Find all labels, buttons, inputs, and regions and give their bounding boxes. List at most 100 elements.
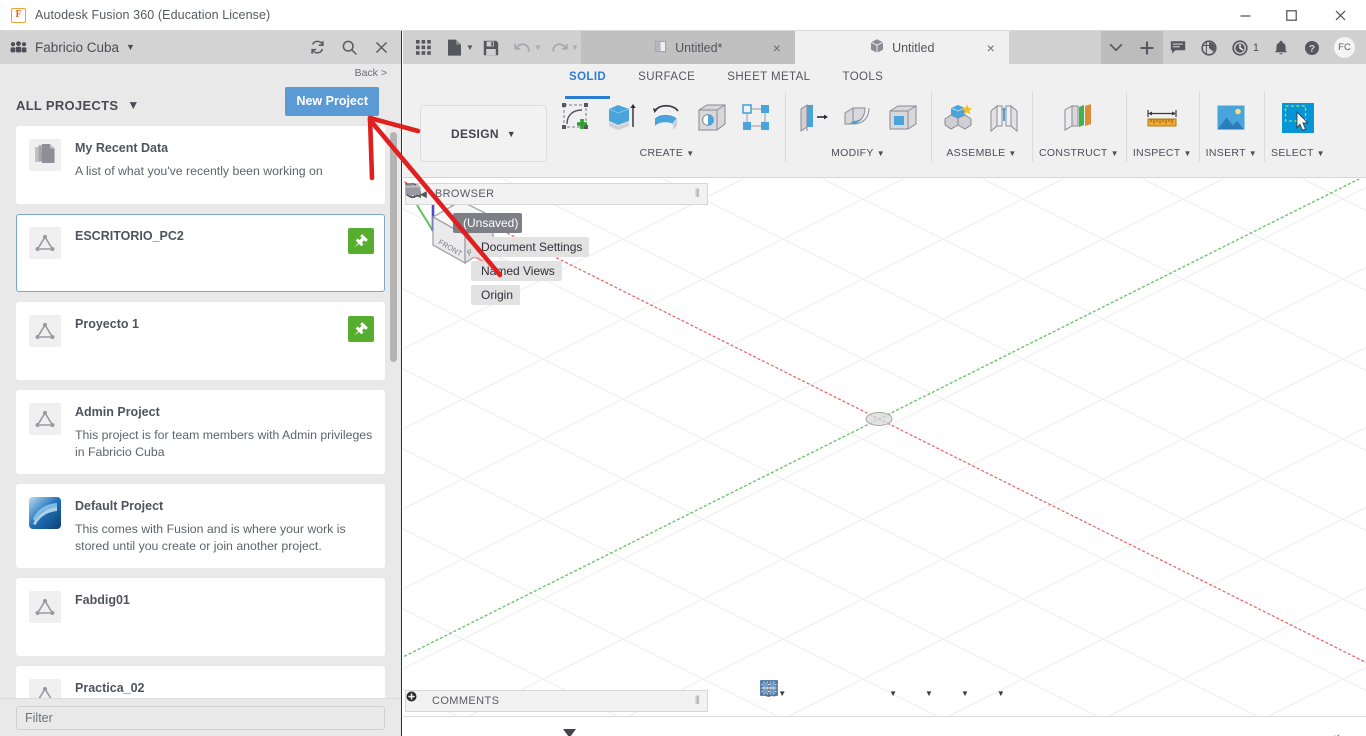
team-name[interactable]: Fabricio Cuba [35, 40, 119, 55]
new-tab-button[interactable] [1131, 31, 1163, 64]
project-card[interactable]: ESCRITORIO_PC2 [16, 214, 385, 292]
document-tab-2[interactable]: Untitled × [794, 31, 1009, 64]
timeline-begin-button[interactable] [415, 727, 441, 736]
document-tab-1[interactable]: Untitled* × [580, 31, 795, 64]
back-link[interactable]: Back > [0, 64, 401, 84]
chevron-down-icon[interactable]: ▼ [126, 43, 135, 52]
ribbon-tab-tools[interactable]: TOOLS [826, 64, 899, 88]
project-card[interactable]: Admin Project This project is for team me… [16, 390, 385, 474]
browser-header[interactable]: ◀◀ BROWSER ⦀ [405, 183, 708, 205]
ribbon-tab-surface[interactable]: SURFACE [622, 64, 711, 88]
display-settings-button[interactable]: ▼ [761, 681, 935, 705]
select-icon[interactable] [1277, 96, 1319, 140]
filter-input[interactable] [16, 705, 385, 730]
maximize-button[interactable] [1268, 0, 1314, 31]
extrude-icon[interactable] [601, 96, 643, 140]
chevron-down-icon: ▼ [778, 688, 787, 698]
pattern-icon[interactable] [736, 96, 778, 140]
timeline-end-button[interactable] [519, 727, 545, 736]
browser-tree-row[interactable]: Named Views [405, 183, 708, 283]
browser-node[interactable]: Document Settings [406, 183, 590, 257]
measure-icon[interactable] [1141, 96, 1183, 140]
viewport-canvas[interactable]: Z X TOP FRONT RIGHT ◀◀ BROWSER ⦀ [403, 179, 1366, 716]
timeline-marker-icon[interactable] [561, 727, 578, 736]
gear-icon[interactable] [1329, 733, 1348, 736]
refresh-icon[interactable] [301, 31, 333, 64]
all-projects-label[interactable]: ALL PROJECTS [16, 98, 118, 113]
look-at-button[interactable] [761, 681, 813, 705]
new-component-icon[interactable] [938, 96, 980, 140]
chevron-down-icon[interactable]: ▼ [534, 43, 542, 52]
panel-resize-handle[interactable]: ⦀ [695, 695, 703, 707]
timeline-bar [403, 716, 1366, 736]
project-list-scrollbar[interactable] [390, 126, 397, 698]
panel-resize-handle[interactable]: ⦀ [695, 188, 703, 200]
help-button[interactable]: ? [1296, 31, 1327, 64]
zoom-window-button[interactable]: ▼ [761, 681, 899, 705]
project-admin-badge[interactable] [348, 316, 374, 342]
data-status-button[interactable] [1194, 31, 1225, 64]
document-tab-label: Untitled [892, 40, 935, 55]
browser-title: BROWSER [434, 188, 495, 200]
project-card[interactable]: Fabdig01 [16, 578, 385, 656]
close-icon[interactable]: × [987, 41, 995, 55]
browser-tree-row[interactable]: (Unsaved) [405, 183, 708, 235]
scrollbar-thumb[interactable] [390, 132, 397, 362]
chevron-down-icon[interactable]: ▼ [466, 43, 474, 52]
hole-icon[interactable] [691, 96, 733, 140]
project-card[interactable]: Default Project This comes with Fusion an… [16, 484, 385, 568]
close-icon[interactable] [365, 31, 397, 64]
project-card[interactable]: Practica_02 [16, 666, 385, 698]
new-project-button[interactable]: New Project [285, 87, 379, 116]
browser-tree-row[interactable]: Document Settings [405, 183, 708, 259]
app-grid-button[interactable] [408, 31, 439, 64]
ribbon-group-label[interactable]: CREATE ▼ [640, 144, 695, 159]
browser-node[interactable]: Named Views [405, 184, 562, 281]
ribbon-group-label[interactable]: CONSTRUCT ▼ [1039, 144, 1119, 159]
zoom-button[interactable] [761, 680, 863, 705]
browser-node[interactable]: (Unsaved) [406, 183, 523, 233]
timeline-step-back-button[interactable] [441, 727, 467, 736]
ribbon-group-label[interactable]: ASSEMBLE ▼ [946, 144, 1016, 159]
tab-overflow-button[interactable] [1100, 31, 1132, 64]
press-pull-icon[interactable] [792, 96, 834, 140]
ribbon-group-label[interactable]: SELECT ▼ [1271, 144, 1325, 159]
viewports-button[interactable]: ▼ [760, 680, 1007, 705]
browser-tree-row[interactable]: Origin [405, 183, 708, 307]
ribbon-tab-sheet-metal[interactable]: SHEET METAL [711, 64, 826, 88]
joint-icon[interactable] [983, 96, 1025, 140]
offset-plane-icon[interactable] [1058, 96, 1100, 140]
save-button[interactable] [476, 31, 507, 64]
search-icon[interactable] [333, 31, 365, 64]
insert-image-icon[interactable] [1210, 96, 1252, 140]
project-list[interactable]: My Recent Data A list of what you've rece… [0, 126, 401, 698]
project-admin-badge[interactable] [348, 228, 374, 254]
revolve-icon[interactable] [646, 96, 688, 140]
project-card[interactable]: Proyecto 1 [16, 302, 385, 380]
grid-snaps-button[interactable]: ▼ [761, 681, 971, 705]
fillet-icon[interactable] [837, 96, 879, 140]
close-icon[interactable]: × [773, 41, 781, 55]
browser-tree[interactable]: (Unsaved) Document Settings Named Views Ori… [405, 183, 708, 307]
ribbon-group-label[interactable]: MODIFY ▼ [831, 144, 885, 159]
ribbon-group-label[interactable]: INSERT ▼ [1206, 144, 1257, 159]
ribbon-tab-solid[interactable]: SOLID [553, 64, 622, 99]
chevron-down-icon[interactable]: ▼ [571, 43, 579, 52]
minimize-button[interactable] [1222, 0, 1268, 31]
workspace-selector-button[interactable]: DESIGN ▼ [420, 105, 547, 162]
create-sketch-icon[interactable] [556, 96, 598, 140]
timeline-play-button[interactable] [467, 727, 493, 736]
comments-button[interactable] [1163, 31, 1194, 64]
pan-button[interactable] [761, 680, 838, 705]
project-card[interactable]: My Recent Data A list of what you've rece… [16, 126, 385, 204]
comments-bar[interactable]: COMMENTS ⦀ [405, 690, 708, 712]
avatar[interactable]: FC [1333, 36, 1356, 59]
close-button[interactable] [1314, 0, 1366, 31]
ribbon-group-label[interactable]: INSPECT ▼ [1133, 144, 1192, 159]
browser-node[interactable]: Origin [405, 184, 521, 305]
chevron-down-icon[interactable]: ▼ [127, 99, 139, 111]
job-status-button[interactable] [1225, 31, 1256, 64]
timeline-step-forward-button[interactable] [493, 727, 519, 736]
notifications-button[interactable] [1265, 31, 1296, 64]
shell-icon[interactable] [882, 96, 924, 140]
